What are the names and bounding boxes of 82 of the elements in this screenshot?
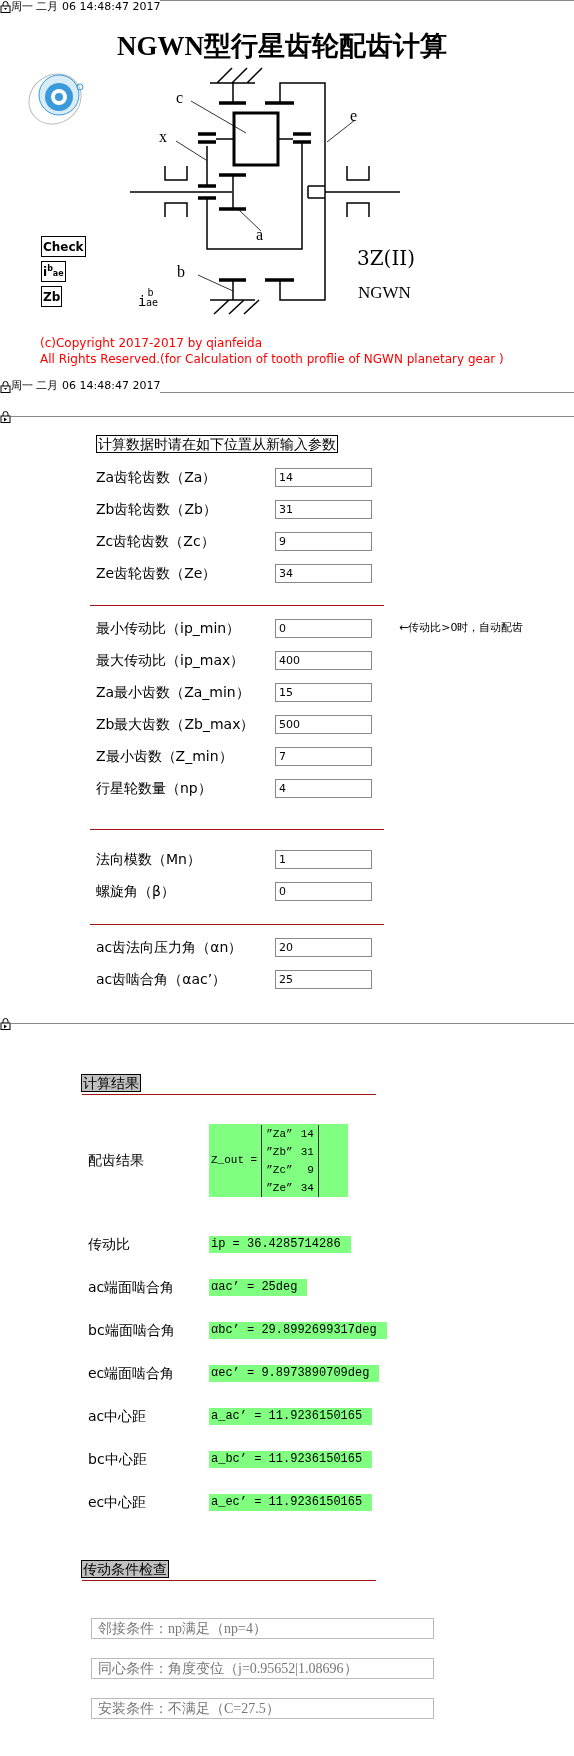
field-label: Ze齿轮齿数（Ze） [96, 563, 218, 583]
matrix-cell: 14 [296, 1124, 319, 1143]
input-field[interactable]: 31 [275, 499, 372, 519]
condition-field: 邻接条件：np满足（np=4） [91, 1618, 434, 1639]
part-label: b [177, 263, 185, 280]
result-label: 配齿结果 [88, 1151, 145, 1170]
hint-text: ←传动比>0时，自动配齿 [399, 619, 524, 636]
part-label: c [176, 89, 184, 106]
field-label: Zb最大齿数（Zb_max） [96, 714, 256, 734]
matrix-cell: ”Za” [261, 1124, 297, 1143]
lock-icon [0, 409, 11, 423]
matrix-cell: ”Zc” [261, 1160, 297, 1179]
action-button[interactable]: Check [41, 236, 86, 257]
field-label: Zc齿轮齿数（Zc） [96, 531, 216, 551]
action-button[interactable]: Zb [41, 286, 63, 307]
field-label: ac齿法向压力角（αn） [96, 937, 244, 957]
result-label: 传动比 [88, 1235, 131, 1254]
copyright-text: All Rights Reserved.(for Calculation of tooth proflie of NGWN planetary gear ) [40, 351, 505, 367]
lock-icon [0, 380, 11, 393]
matrix-cell: 31 [296, 1142, 319, 1161]
matrix-cell: ”Ze” [261, 1178, 297, 1197]
condition-field: 安装条件：不满足（C=27.5） [91, 1698, 434, 1719]
leader-line [197, 274, 234, 292]
section-heading: 计算数据时请在如下位置从新输入参数 [96, 435, 338, 453]
input-field[interactable]: 14 [275, 467, 372, 487]
matrix-cell: 34 [296, 1178, 319, 1197]
input-field[interactable]: 4 [275, 778, 372, 798]
field-label: 法向模数（Mn） [96, 849, 202, 869]
lock-icon [0, 1016, 11, 1030]
input-field[interactable]: 7 [275, 746, 372, 766]
result-value: αec’ = 9.8973890709deg [209, 1365, 380, 1382]
timestamp: 周一 二月 06 14:48:47 2017 [11, 379, 161, 393]
result-value: a_ac’ = 11.9236150165 [209, 1408, 373, 1425]
input-field[interactable]: 9 [275, 531, 372, 551]
input-field[interactable]: 20 [275, 937, 372, 957]
matrix-cell: 9 [296, 1160, 319, 1179]
input-field[interactable]: 15 [275, 682, 372, 702]
result-label: bc中心距 [88, 1450, 148, 1469]
leader-line [326, 119, 356, 143]
result-value: αbc’ = 29.8992699317deg [209, 1322, 387, 1339]
part-label: a [256, 226, 264, 243]
field-label: 最小传动比（ip_min） [96, 618, 242, 638]
page-title: NGWN型行星齿轮配齿计算 [116, 30, 448, 62]
input-field[interactable]: 400 [275, 650, 372, 670]
input-field[interactable]: 1 [275, 849, 372, 869]
lock-icon [0, 0, 11, 13]
result-label: ec中心距 [88, 1493, 148, 1512]
result-label: ac中心距 [88, 1407, 148, 1426]
leader-line [190, 100, 247, 134]
part-label: x [159, 128, 167, 145]
leader-line [175, 140, 207, 161]
input-field[interactable]: 0 [275, 618, 372, 638]
field-label: Za最小齿数（Za_min） [96, 682, 251, 702]
field-label: 最大传动比（ip_max） [96, 650, 246, 670]
field-label: Z最小齿数（Z_min） [96, 746, 234, 766]
input-field[interactable]: 500 [275, 714, 372, 734]
result-value: a_bc’ = 11.9236150165 [209, 1451, 373, 1468]
section-heading: 计算结果 [81, 1074, 141, 1092]
result-label: bc端面啮合角 [88, 1321, 176, 1340]
condition-field: 同心条件：角度变位（j=0.95652|1.08696） [91, 1658, 434, 1679]
input-field[interactable]: 0 [275, 881, 372, 901]
part-label: e [350, 107, 358, 124]
field-label: Za齿轮齿数（Za） [96, 467, 218, 487]
field-label: 螺旋角（β） [96, 881, 176, 901]
type-code: 3Z(II) [357, 246, 416, 270]
result-value: ip = 36.4285714286 [209, 1236, 351, 1253]
result-value: αac’ = 25deg [209, 1279, 308, 1296]
input-field[interactable]: 34 [275, 563, 372, 583]
section-heading: 传动条件检查 [81, 1560, 169, 1578]
result-value: a_ec’ = 11.9236150165 [209, 1494, 373, 1511]
field-label: Zb齿轮齿数（Zb） [96, 499, 218, 519]
input-field[interactable]: 25 [275, 969, 372, 989]
result-label: ec端面啮合角 [88, 1364, 176, 1383]
copyright-text: (c)Copyright 2017-2017 by qianfeida [40, 335, 263, 351]
matrix-cell: ”Zb” [261, 1142, 297, 1161]
result-label: ac端面啮合角 [88, 1278, 176, 1297]
matrix-name: Z_out = [211, 1153, 258, 1169]
field-label: ac齿啮合角（αac’） [96, 969, 228, 989]
field-label: 行星轮数量（np） [96, 778, 213, 798]
type-name: NGWN [358, 283, 411, 302]
timestamp: 周一 二月 06 14:48:47 2017 [11, 0, 161, 14]
leader-line [238, 209, 262, 232]
